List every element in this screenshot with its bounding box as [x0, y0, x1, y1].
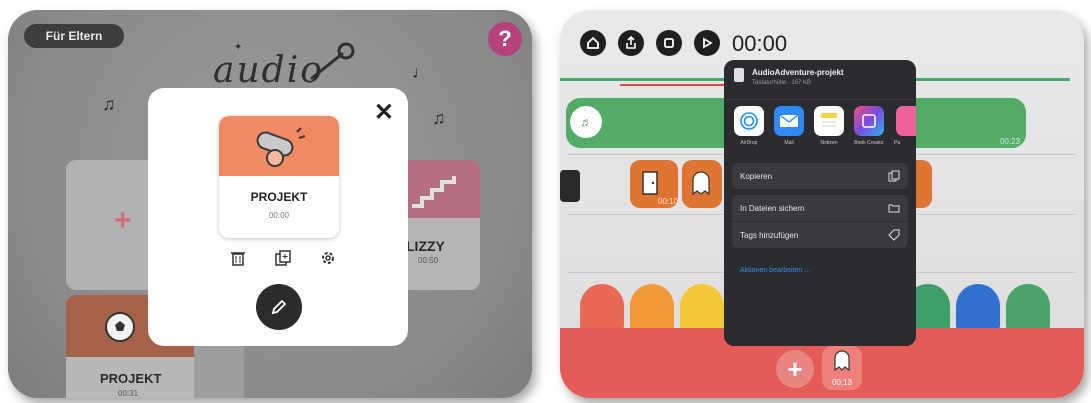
app-label: Pa: [894, 140, 901, 146]
ghost-sound-clip[interactable]: [682, 160, 722, 208]
playback-timer: 00:00: [732, 31, 788, 56]
track-drag-handle[interactable]: [560, 170, 580, 202]
notes-app-button[interactable]: [814, 106, 844, 136]
duplicate-icon[interactable]: [273, 248, 293, 268]
save-to-files-action[interactable]: In Dateien sichern: [732, 195, 908, 221]
document-icon: [734, 68, 744, 82]
action-label: Tags hinzufügen: [740, 230, 799, 240]
stop-icon: [664, 38, 674, 48]
category-microphone[interactable]: [580, 284, 624, 330]
action-label: Kopieren: [740, 171, 773, 181]
screenshot-stage: Für Eltern ? audio ♫ ♩ ♫ ✦ + LIZZY 00:50: [0, 0, 1091, 403]
close-icon[interactable]: ✕: [374, 98, 394, 127]
card-title: PROJEKT: [100, 371, 162, 386]
airdrop-icon: [740, 112, 758, 130]
trash-icon[interactable]: [228, 248, 248, 268]
home-icon: [587, 36, 599, 49]
copy-icon: [888, 170, 900, 182]
category-vehicle[interactable]: [1006, 284, 1050, 330]
microphone-icon: [310, 42, 355, 80]
gear-icon[interactable]: [318, 248, 338, 268]
action-label: In Dateien sichern: [740, 203, 805, 213]
project-options-dialog: ✕ PROJEKT 00:00: [148, 88, 408, 346]
play-button[interactable]: [694, 30, 720, 56]
soccer-ball-icon: [105, 312, 135, 342]
add-sound-button[interactable]: +: [776, 350, 814, 388]
ghost-sound-tile[interactable]: 00:13: [822, 346, 862, 390]
stairs-icon: [412, 176, 456, 208]
timeline-progress-red: [620, 84, 740, 86]
app-label: Mail: [784, 140, 794, 146]
app-label: Book Creator: [854, 140, 884, 146]
category-halloween[interactable]: [630, 284, 674, 330]
door-sound-clip[interactable]: 00:10: [630, 160, 678, 208]
category-castle[interactable]: [680, 284, 724, 330]
project-title: PROJEKT: [250, 190, 308, 204]
music-note-icon: ♫: [102, 94, 116, 114]
music-note-icon: ♩: [412, 62, 430, 82]
partial-app-button[interactable]: [896, 106, 916, 136]
shared-file-subtitle: Tastaturhülle · 167 KB: [752, 80, 812, 86]
card-cover: [400, 160, 480, 218]
parents-button[interactable]: Für Eltern: [24, 24, 124, 48]
app-label: Notizen: [820, 140, 838, 146]
project-preview-card: PROJEKT 00:00: [219, 116, 339, 238]
share-sheet-header: AudioAdventure-projekt Tastaturhülle · 1…: [724, 60, 916, 100]
card-cover: [219, 116, 339, 176]
edit-button[interactable]: [256, 284, 302, 330]
project-card-lizzy[interactable]: LIZZY 00:50: [400, 160, 480, 290]
project-actions: [228, 248, 338, 268]
category-space[interactable]: [956, 284, 1000, 330]
share-button[interactable]: [618, 30, 644, 56]
share-icon: [626, 36, 636, 49]
airdrop-app-button[interactable]: [734, 106, 764, 136]
sparkle-icon: ✦: [234, 42, 243, 53]
cannon-icon: [256, 127, 306, 167]
folder-icon: [888, 204, 900, 213]
plus-icon: +: [114, 204, 132, 237]
add-tags-action[interactable]: Tags hinzufügen: [732, 222, 908, 248]
home-button[interactable]: [580, 30, 606, 56]
mail-icon: [779, 114, 799, 127]
book-creator-icon: [862, 114, 876, 128]
music-note-icon: ♫: [432, 108, 446, 128]
card-title: LIZZY: [406, 238, 445, 254]
clip-duration: 00:10: [658, 197, 679, 206]
tag-icon: [888, 229, 900, 241]
card-duration: 00:50: [418, 256, 439, 265]
book-creator-app-button[interactable]: [854, 106, 884, 136]
play-icon: [703, 37, 713, 49]
mail-app-button[interactable]: [774, 106, 804, 136]
tile-duration: 00:13: [831, 378, 853, 387]
ios-share-sheet: AudioAdventure-projekt Tastaturhülle · 1…: [724, 60, 916, 346]
pencil-icon: [271, 299, 287, 315]
notes-icon: [821, 113, 837, 127]
left-app-screen: Für Eltern ? audio ♫ ♩ ♫ ✦ + LIZZY 00:50: [8, 10, 532, 398]
door-icon: [642, 171, 658, 195]
project-duration: 00:00: [268, 211, 290, 220]
copy-action[interactable]: Kopieren: [732, 163, 908, 189]
music-note-icon: ♬: [570, 106, 602, 138]
help-button[interactable]: ?: [488, 22, 522, 56]
clip-duration: 00:23: [999, 137, 1020, 146]
shared-file-title: AudioAdventure-projekt: [752, 68, 844, 77]
ghost-icon: [692, 171, 710, 196]
edit-actions-link[interactable]: Aktionen bearbeiten ...: [740, 267, 810, 274]
share-app-row: AirDrop Mail Notizen Book Creator Pa: [724, 106, 916, 156]
right-app-screen: 00:00 00:23 ♬ 00:10 + 00:13 AudioAdventu…: [560, 10, 1084, 398]
stop-button[interactable]: [656, 30, 682, 56]
app-label: AirDrop: [740, 140, 758, 146]
ghost-icon: [834, 350, 850, 372]
card-duration: 00:31: [118, 389, 139, 398]
